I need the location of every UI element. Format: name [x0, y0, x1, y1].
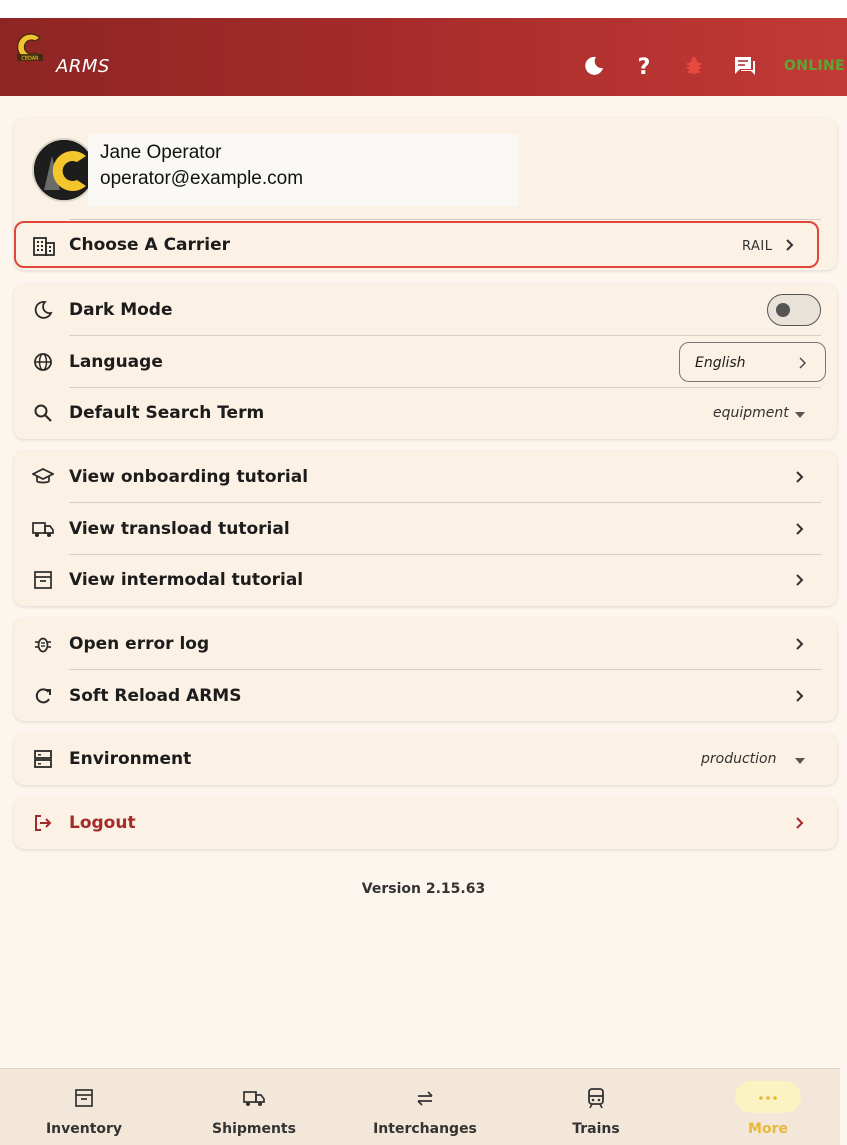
chevron-right-icon — [798, 355, 808, 374]
default-search-label: Default Search Term — [69, 403, 265, 423]
nav-shipments[interactable]: Shipments — [170, 1069, 338, 1145]
dark-mode-row: Dark Mode — [14, 284, 837, 336]
transload-tutorial-label: View transload tutorial — [69, 519, 290, 539]
soft-reload-row[interactable]: Soft Reload ARMS — [14, 670, 837, 722]
app-title: ARMS — [56, 56, 110, 77]
nav-trains-label: Trains — [572, 1121, 620, 1137]
choose-carrier-row[interactable]: Choose A Carrier RAIL — [14, 221, 819, 268]
dark-mode-label: Dark Mode — [69, 300, 173, 320]
version-text: Version 2.15.63 — [361, 881, 486, 897]
nav-trains[interactable]: Trains — [512, 1069, 680, 1145]
nav-more-label: More — [748, 1121, 788, 1137]
search-icon — [32, 402, 54, 424]
more-dots-icon — [684, 1085, 847, 1111]
nav-interchanges[interactable]: Interchanges — [341, 1069, 509, 1145]
chevron-right-icon — [792, 572, 808, 588]
environment-row[interactable]: Environment production — [14, 733, 837, 785]
globe-icon — [32, 351, 54, 373]
nav-more[interactable]: More — [684, 1069, 847, 1145]
chevron-right-icon — [784, 237, 796, 256]
profile-info: Jane Operator operator@example.com — [88, 134, 518, 206]
moon-outline-icon — [32, 299, 54, 321]
building-icon — [33, 236, 55, 260]
svg-text:?: ? — [638, 55, 651, 78]
soft-reload-label: Soft Reload ARMS — [69, 686, 242, 706]
language-label: Language — [69, 352, 163, 372]
environment-card: Environment production — [14, 733, 837, 785]
logout-row[interactable]: Logout — [14, 797, 837, 849]
bottom-nav: Inventory Shipments Interchanges Trains … — [0, 1068, 840, 1145]
reload-icon — [32, 685, 54, 707]
language-row: Language English — [14, 336, 837, 388]
tools-card: Open error log Soft Reload ARMS — [14, 618, 837, 721]
chevron-right-icon — [792, 815, 808, 831]
caret-down-icon — [795, 412, 805, 418]
user-email: operator@example.com — [100, 168, 304, 189]
tutorials-card: View onboarding tutorial View transload … — [14, 451, 837, 606]
top-spacer — [0, 0, 847, 18]
chat-icon[interactable] — [732, 53, 758, 79]
chevron-right-icon — [792, 636, 808, 652]
onboarding-tutorial-row[interactable]: View onboarding tutorial — [14, 451, 837, 503]
connection-status: ONLINE — [784, 58, 845, 74]
user-name: Jane Operator — [100, 142, 222, 163]
open-error-log-row[interactable]: Open error log — [14, 618, 837, 670]
chevron-right-icon — [792, 688, 808, 704]
search-term-value: equipment — [713, 405, 789, 421]
archive-box-icon — [32, 569, 54, 591]
caret-down-icon — [795, 758, 805, 764]
chevron-right-icon — [792, 521, 808, 537]
app-header — [0, 18, 847, 96]
server-icon — [32, 748, 54, 770]
logout-label: Logout — [69, 813, 136, 833]
language-value: English — [695, 355, 746, 371]
nav-inventory[interactable]: Inventory — [0, 1069, 168, 1145]
nav-shipments-label: Shipments — [212, 1121, 296, 1137]
swap-arrows-icon — [341, 1085, 509, 1111]
intermodal-tutorial-row[interactable]: View intermodal tutorial — [14, 554, 837, 606]
profile-section: Jane Operator operator@example.com — [14, 118, 837, 221]
bug-icon[interactable] — [681, 53, 707, 79]
nav-inventory-label: Inventory — [45, 1121, 123, 1137]
preferences-card: Dark Mode Language English Default Searc… — [14, 284, 837, 439]
chevron-right-icon — [792, 469, 808, 485]
logout-card: Logout — [14, 797, 837, 849]
environment-value: production — [701, 751, 777, 767]
language-select[interactable]: English — [679, 342, 826, 382]
truck-icon — [170, 1085, 338, 1111]
train-icon — [512, 1085, 680, 1111]
onboarding-tutorial-label: View onboarding tutorial — [69, 467, 309, 487]
cedar-logo: CEDAR — [14, 32, 46, 64]
default-search-row[interactable]: Default Search Term equipment — [14, 387, 837, 439]
logout-icon — [32, 812, 54, 834]
toggle-knob — [776, 303, 790, 317]
environment-label: Environment — [69, 749, 192, 769]
dark-mode-toggle[interactable] — [767, 294, 821, 326]
graduation-cap-icon — [32, 466, 54, 488]
avatar — [32, 138, 96, 202]
bug-outline-icon — [32, 633, 54, 655]
open-error-log-label: Open error log — [69, 634, 210, 654]
transload-tutorial-row[interactable]: View transload tutorial — [14, 503, 837, 555]
nav-interchanges-label: Interchanges — [373, 1121, 477, 1137]
intermodal-tutorial-label: View intermodal tutorial — [69, 570, 304, 590]
moon-icon[interactable] — [581, 53, 607, 79]
truck-icon — [32, 518, 54, 540]
archive-box-icon — [0, 1085, 168, 1111]
logo-text: CEDAR — [21, 56, 39, 62]
divider — [69, 219, 821, 220]
help-icon[interactable]: ? — [631, 53, 657, 79]
choose-carrier-label: Choose A Carrier — [69, 235, 231, 255]
carrier-value: RAIL — [742, 239, 773, 254]
